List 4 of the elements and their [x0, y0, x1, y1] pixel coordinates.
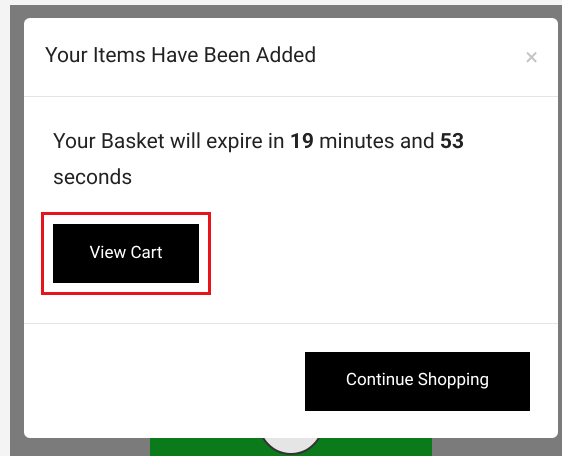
view-cart-button[interactable]: View Cart — [53, 224, 199, 283]
expiry-message: Your Basket will expire in 19 minutes and 53 seconds — [53, 129, 466, 192]
continue-shopping-button[interactable]: Continue Shopping — [305, 352, 530, 410]
modal-title: Your Items Have Been Added — [45, 43, 316, 70]
